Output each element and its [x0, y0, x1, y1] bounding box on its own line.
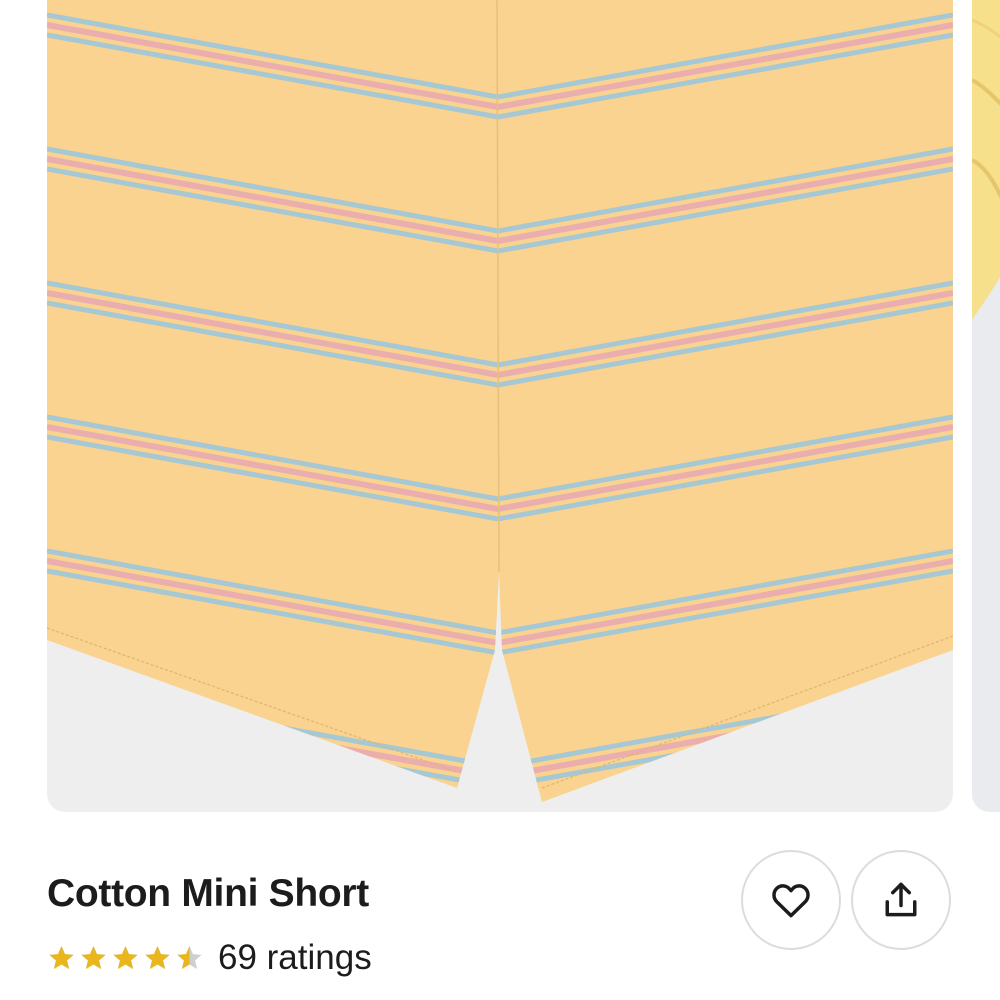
star-icon — [113, 945, 138, 969]
next-photo-thumbnail — [972, 0, 1000, 812]
star-icon — [49, 945, 74, 969]
product-image-gallery[interactable] — [0, 0, 1000, 812]
share-icon — [885, 882, 917, 917]
ratings-count[interactable]: 69 ratings — [218, 938, 372, 978]
star-rating — [47, 944, 204, 973]
product-title: Cotton Mini Short — [47, 872, 369, 915]
star-icon — [145, 945, 170, 969]
favorite-button[interactable] — [741, 850, 841, 950]
shorts-image — [47, 0, 953, 802]
product-rating[interactable]: 69 ratings — [47, 937, 372, 979]
fabric-stripe — [47, 702, 953, 790]
next-product-photo[interactable] — [972, 0, 1000, 812]
fabric-stripe — [47, 692, 953, 781]
star-icon — [177, 945, 202, 969]
heart-icon — [772, 884, 810, 918]
star-icon — [81, 945, 106, 969]
product-photo[interactable] — [47, 0, 953, 812]
share-button[interactable] — [851, 850, 951, 950]
